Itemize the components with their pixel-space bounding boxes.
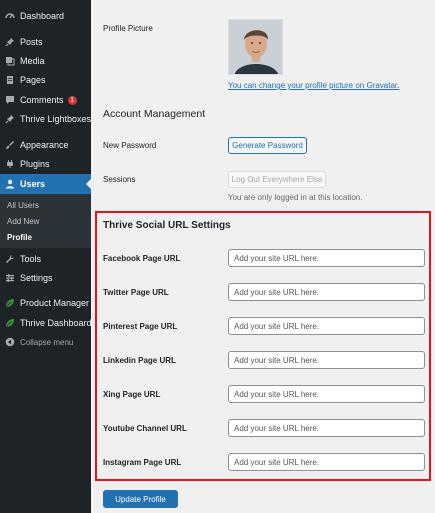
media-icon bbox=[5, 56, 15, 66]
sessions-description: You are only logged in at this location. bbox=[228, 193, 363, 202]
menu-item-settings[interactable]: Settings bbox=[0, 268, 91, 288]
menu-item-plugins[interactable]: Plugins bbox=[0, 154, 91, 174]
menu-label: Product Manager bbox=[20, 298, 90, 308]
pinterest-url-label: Pinterest Page URL bbox=[103, 322, 178, 331]
comment-count-badge: 1 bbox=[67, 95, 77, 105]
gravatar-link-suffix: . bbox=[397, 81, 400, 90]
generate-password-button[interactable]: Generate Password bbox=[228, 137, 307, 154]
logout-everywhere-button[interactable]: Log Out Everywhere Else bbox=[228, 171, 326, 188]
menu-item-tools[interactable]: Tools bbox=[0, 249, 91, 269]
pin-icon bbox=[5, 114, 15, 124]
instagram-url-input[interactable] bbox=[228, 453, 425, 471]
menu-item-posts[interactable]: Posts bbox=[0, 32, 91, 52]
account-management-title: Account Management bbox=[103, 108, 206, 120]
leaf-icon bbox=[5, 298, 15, 308]
update-profile-button[interactable]: Update Profile bbox=[103, 490, 178, 508]
linkedin-url-label: Linkedin Page URL bbox=[103, 356, 176, 365]
collapse-icon bbox=[5, 337, 15, 347]
comment-icon bbox=[5, 95, 15, 105]
menu-item-thrive-dashboard[interactable]: Thrive Dashboard bbox=[0, 313, 92, 333]
facebook-url-label: Facebook Page URL bbox=[103, 254, 181, 263]
new-password-label: New Password bbox=[103, 141, 157, 150]
menu-label: Pages bbox=[20, 75, 46, 85]
linkedin-url-input[interactable] bbox=[228, 351, 425, 369]
menu-label: Settings bbox=[20, 273, 53, 283]
submenu-item-all-users[interactable]: All Users bbox=[7, 201, 39, 210]
social-settings-title: Thrive Social URL Settings bbox=[103, 220, 231, 231]
admin-sidebar: Dashboard Posts Media Pages Comments 1 T… bbox=[0, 0, 92, 513]
plugin-icon bbox=[5, 159, 15, 169]
menu-label: Posts bbox=[20, 37, 43, 47]
facebook-url-input[interactable] bbox=[228, 249, 425, 267]
menu-item-pages[interactable]: Pages bbox=[0, 70, 91, 90]
menu-label: Plugins bbox=[20, 159, 50, 169]
menu-label: Dashboard bbox=[20, 11, 65, 21]
menu-item-comments[interactable]: Comments 1 bbox=[0, 90, 91, 110]
sessions-label: Sessions bbox=[103, 175, 136, 184]
menu-label: Thrive Lightboxes bbox=[20, 114, 92, 124]
leaf-icon bbox=[5, 318, 15, 328]
brush-icon bbox=[5, 140, 15, 150]
user-icon bbox=[5, 179, 15, 189]
menu-item-users[interactable]: Users bbox=[0, 174, 91, 194]
menu-label: Tools bbox=[20, 254, 42, 264]
pinterest-url-input[interactable] bbox=[228, 317, 425, 335]
gravatar-link[interactable]: You can change your profile picture on G… bbox=[228, 81, 399, 90]
menu-item-media[interactable]: Media bbox=[0, 51, 91, 71]
menu-label: Media bbox=[20, 56, 45, 66]
menu-item-thrive-lightboxes[interactable]: Thrive Lightboxes bbox=[0, 109, 91, 129]
profile-picture-label: Profile Picture bbox=[103, 24, 153, 33]
menu-item-appearance[interactable]: Appearance bbox=[0, 135, 91, 155]
pin-icon bbox=[5, 37, 15, 47]
menu-label: Users bbox=[20, 179, 46, 189]
submenu-item-add-new[interactable]: Add New bbox=[7, 217, 39, 226]
menu-label: Appearance bbox=[20, 140, 69, 150]
menu-label: Thrive Dashboard bbox=[20, 318, 92, 328]
instagram-url-label: Instagram Page URL bbox=[103, 458, 182, 467]
youtube-url-input[interactable] bbox=[228, 419, 425, 437]
twitter-url-label: Twitter Page URL bbox=[103, 288, 169, 297]
xing-url-label: Xing Page URL bbox=[103, 390, 161, 399]
menu-item-dashboard[interactable]: Dashboard bbox=[0, 6, 91, 26]
dashboard-icon bbox=[5, 11, 15, 21]
menu-label: Collapse menu bbox=[20, 337, 74, 347]
twitter-url-input[interactable] bbox=[228, 283, 425, 301]
users-submenu: All Users Add New Profile bbox=[0, 194, 91, 248]
profile-avatar bbox=[228, 19, 283, 75]
xing-url-input[interactable] bbox=[228, 385, 425, 403]
page-icon bbox=[5, 75, 15, 85]
collapse-menu-button[interactable]: Collapse menu bbox=[0, 332, 91, 352]
profile-main: Profile Picture You can change your prof… bbox=[91, 0, 435, 513]
wrench-icon bbox=[5, 254, 15, 264]
youtube-url-label: Youtube Channel URL bbox=[103, 424, 187, 433]
menu-label: Comments bbox=[20, 95, 64, 105]
menu-item-product-manager[interactable]: Product Manager bbox=[0, 293, 91, 313]
settings-icon bbox=[5, 273, 15, 283]
submenu-item-profile[interactable]: Profile bbox=[7, 233, 32, 242]
